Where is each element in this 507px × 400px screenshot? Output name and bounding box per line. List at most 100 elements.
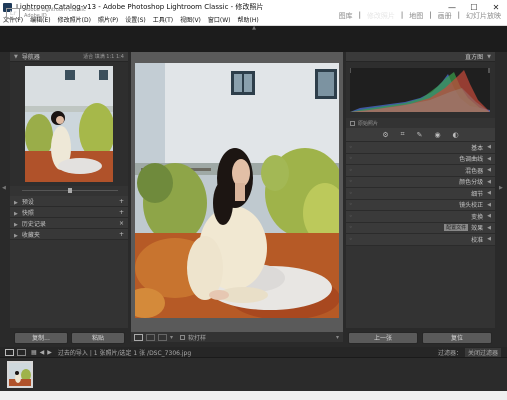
menu-tools[interactable]: 工具(T) bbox=[150, 15, 177, 24]
navigator-zoom[interactable]: 适合 填满 1:1 1:4 bbox=[83, 53, 124, 60]
section-label: 历史记录 bbox=[21, 220, 46, 228]
reset-button[interactable]: 复位 bbox=[422, 332, 492, 344]
section-label: 变换 bbox=[471, 213, 484, 221]
main-photo[interactable] bbox=[135, 63, 339, 318]
right-section-color-grading[interactable]: ◦ 颜色分级 ◀ bbox=[346, 176, 495, 188]
add-icon[interactable]: + bbox=[119, 198, 124, 205]
expand-triangle-icon: ▼ bbox=[487, 53, 491, 60]
section-label: 预设 bbox=[21, 198, 34, 206]
histogram-graph bbox=[350, 68, 490, 112]
identity-line-2: Adobe ID bbox=[24, 13, 47, 19]
histogram-header[interactable]: 直方图 ▼ bbox=[346, 52, 495, 62]
right-section-effects[interactable]: ◦ 配置文件 效果 ◀ bbox=[346, 222, 495, 234]
forward-arrow-icon[interactable]: ▶ bbox=[47, 349, 52, 356]
close-icon[interactable]: × bbox=[119, 220, 124, 227]
toolbar-menu-arrow-icon[interactable]: ▾ bbox=[336, 334, 339, 341]
add-icon[interactable]: + bbox=[119, 209, 124, 216]
main-image-area bbox=[131, 52, 343, 332]
right-section-calibration[interactable]: ◦ 校准 ◀ bbox=[346, 234, 495, 246]
eye-icon[interactable]: ◦ bbox=[349, 178, 353, 185]
right-section-basic[interactable]: ◦ 基本 ◀ bbox=[346, 142, 495, 154]
main-window-icon[interactable] bbox=[5, 348, 14, 356]
section-label: 基本 bbox=[471, 144, 484, 152]
original-checkbox[interactable] bbox=[350, 120, 355, 126]
collapse-triangle-icon: ◀ bbox=[487, 167, 491, 174]
eye-icon[interactable]: ◦ bbox=[349, 167, 353, 174]
menu-settings[interactable]: 设置(S) bbox=[122, 15, 150, 24]
tool-strip: ⚙ ⌗ ✎ ◉ ◐ bbox=[346, 128, 495, 142]
expand-triangle-icon: ▼ bbox=[14, 53, 18, 60]
module-develop[interactable]: 修改照片 bbox=[367, 11, 395, 21]
crop-icon[interactable]: ⌗ bbox=[401, 130, 405, 139]
navigator-header[interactable]: ▼ 导航器 适合 填满 1:1 1:4 bbox=[10, 52, 128, 62]
eye-icon[interactable]: ◦ bbox=[349, 236, 353, 243]
expand-triangle-icon: ▶ bbox=[14, 232, 18, 239]
paste-button[interactable]: 粘贴 bbox=[71, 332, 125, 344]
source-path[interactable]: 过去的导入 | 1 张照片/选定 1 张 /DSC_7306.jpg bbox=[58, 348, 191, 357]
filter-dropdown[interactable]: 关闭过滤器 bbox=[464, 347, 501, 357]
edit-sliders-icon[interactable]: ⚙ bbox=[382, 131, 388, 139]
dropdown-arrow-icon[interactable]: ▾ bbox=[170, 334, 173, 341]
right-section-detail[interactable]: ◦ 细节 ◀ bbox=[346, 188, 495, 200]
left-section-presets[interactable]: ▶ 预设 + bbox=[10, 196, 128, 207]
navigator-label: 导航器 bbox=[21, 54, 40, 61]
center-toolbar: ▾ 软打样 ▾ bbox=[131, 332, 343, 342]
compare-view-icon[interactable] bbox=[146, 333, 155, 341]
slider-thumb[interactable] bbox=[68, 188, 72, 193]
before-after-icon[interactable] bbox=[158, 333, 167, 341]
filmstrip-thumbnail[interactable] bbox=[7, 361, 33, 388]
eye-icon[interactable]: ◦ bbox=[349, 190, 353, 197]
histogram-label: 直方图 bbox=[465, 54, 484, 61]
grid-icon[interactable]: ▦ bbox=[31, 349, 37, 356]
module-book[interactable]: 画册 bbox=[438, 11, 452, 21]
menu-photo[interactable]: 照片(P) bbox=[95, 15, 122, 24]
section-label: 收藏夹 bbox=[21, 231, 40, 239]
masking-icon[interactable]: ◐ bbox=[453, 131, 459, 139]
left-panel: ▼ 导航器 适合 填满 1:1 1:4 ▶预设 + ▶快照 + ▶历史记录 bbox=[10, 52, 128, 328]
copy-button[interactable]: 复制... bbox=[14, 332, 68, 344]
menu-window[interactable]: 窗口(W) bbox=[205, 15, 235, 24]
eye-icon[interactable]: ◦ bbox=[349, 155, 353, 162]
expand-triangle-icon: ▶ bbox=[14, 210, 18, 217]
previous-button[interactable]: 上一张 bbox=[348, 332, 418, 344]
add-icon[interactable]: + bbox=[119, 231, 124, 238]
module-picker: 图库 | 修改照片 | 地图 | 画册 | 幻灯片放映 bbox=[338, 11, 501, 21]
collapse-left-arrow-icon[interactable]: ◀ bbox=[2, 185, 6, 191]
navigator-thumbnail[interactable] bbox=[25, 66, 113, 182]
left-section-snapshots[interactable]: ▶ 快照 + bbox=[10, 207, 128, 218]
right-section-tone-curve[interactable]: ◦ 色调曲线 ◀ bbox=[346, 153, 495, 165]
expand-triangle-icon: ▶ bbox=[14, 221, 18, 228]
left-section-history[interactable]: ▶ 历史记录 × bbox=[10, 218, 128, 229]
section-label: 颜色分级 bbox=[459, 179, 484, 187]
loupe-view-icon[interactable] bbox=[134, 333, 143, 341]
histogram-info: 原始照片 bbox=[358, 120, 379, 127]
collapse-triangle-icon: ◀ bbox=[487, 155, 491, 162]
section-label: 镜头校正 bbox=[459, 202, 484, 210]
eye-icon[interactable]: ◦ bbox=[349, 201, 353, 208]
eye-icon[interactable]: ◦ bbox=[349, 144, 353, 151]
soft-proof-label: 软打样 bbox=[188, 334, 207, 342]
collapse-top-arrow-icon[interactable]: ▲ bbox=[250, 25, 258, 31]
soft-proof-checkbox[interactable] bbox=[180, 334, 186, 340]
back-arrow-icon[interactable]: ◀ bbox=[40, 349, 45, 356]
histogram-area bbox=[346, 62, 495, 118]
eye-icon[interactable]: ◦ bbox=[349, 213, 353, 220]
left-section-collections[interactable]: ▶ 收藏夹 + bbox=[10, 229, 128, 240]
menu-help[interactable]: 帮助(H) bbox=[235, 15, 263, 24]
collapse-triangle-icon: ◀ bbox=[487, 236, 491, 243]
healing-icon[interactable]: ✎ bbox=[417, 131, 423, 139]
second-window-icon[interactable] bbox=[17, 348, 26, 356]
right-section-color-mixer[interactable]: ◦ 混色器 ◀ bbox=[346, 165, 495, 177]
module-library[interactable]: 图库 bbox=[339, 11, 353, 21]
module-map[interactable]: 地图 bbox=[409, 11, 423, 21]
eye-icon[interactable]: ◦ bbox=[349, 224, 353, 231]
histogram-info-row: 原始照片 bbox=[346, 118, 495, 128]
collapse-triangle-icon: ◀ bbox=[487, 178, 491, 185]
right-section-transform[interactable]: ◦ 变换 ◀ bbox=[346, 211, 495, 223]
right-section-lens-corrections[interactable]: ◦ 镜头校正 ◀ bbox=[346, 199, 495, 211]
menu-view[interactable]: 视图(V) bbox=[177, 15, 205, 24]
red-eye-icon[interactable]: ◉ bbox=[434, 131, 440, 139]
module-slideshow[interactable]: 幻灯片放映 bbox=[466, 11, 501, 21]
collapse-right-arrow-icon[interactable]: ▶ bbox=[499, 185, 503, 191]
section-label: 校准 bbox=[471, 236, 484, 244]
